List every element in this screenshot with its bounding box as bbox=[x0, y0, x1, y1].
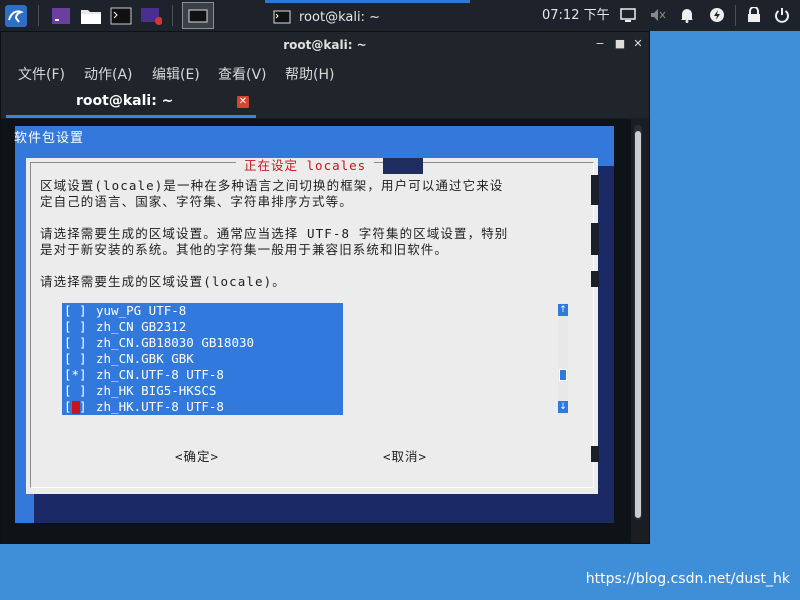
menu-view[interactable]: 查看(V) bbox=[218, 64, 267, 84]
title-bar[interactable]: root@kali: ~ − ■ ✕ bbox=[1, 32, 649, 58]
dialog-edge-mark bbox=[591, 223, 599, 255]
locale-option[interactable]: [ ] zh_CN.GB18030 GB18030 bbox=[62, 335, 343, 351]
tab-bar: root@kali: ~ ✕ bbox=[1, 88, 649, 118]
locale-option[interactable]: [ ] zh_CN.GBK GBK bbox=[62, 351, 343, 367]
tab-label: root@kali: ~ bbox=[76, 93, 174, 109]
window-title: root@kali: ~ bbox=[283, 38, 367, 52]
screen-recorder-icon[interactable] bbox=[140, 5, 162, 27]
power-icon[interactable] bbox=[772, 5, 792, 25]
workspace-1-icon[interactable] bbox=[182, 2, 214, 29]
dialog-title: 正在设定 locales bbox=[236, 158, 375, 174]
terminal-icon bbox=[273, 10, 291, 24]
minimize-icon[interactable]: − bbox=[592, 36, 608, 52]
taskbar-separator bbox=[172, 5, 173, 26]
display-icon[interactable] bbox=[618, 5, 638, 25]
dialog-edge-mark bbox=[591, 446, 599, 462]
notification-bell-icon[interactable] bbox=[677, 5, 697, 25]
dialog-edge-mark bbox=[591, 271, 599, 287]
locale-checkbox[interactable]: [ ] bbox=[64, 319, 87, 335]
locale-option[interactable]: [ ] zh_CN GB2312 bbox=[62, 319, 343, 335]
taskbar-separator bbox=[38, 5, 39, 26]
locale-option-focused[interactable]: [ ] zh_HK.UTF-8 UTF-8 bbox=[62, 399, 343, 415]
dialog-shadow bbox=[598, 166, 614, 502]
scroll-down-arrow-icon[interactable]: ↓ bbox=[558, 401, 568, 413]
locale-label: zh_CN.GBK GBK bbox=[96, 351, 194, 366]
close-icon[interactable]: ✕ bbox=[630, 36, 646, 52]
terminal-launcher-icon[interactable] bbox=[110, 5, 132, 27]
locale-label: zh_CN.GB18030 GB18030 bbox=[96, 335, 255, 350]
taskbar: root@kali: ~ 07:12 下午 bbox=[0, 0, 800, 31]
tab-root-kali[interactable]: root@kali: ~ ✕ bbox=[6, 88, 256, 118]
dialog-text-line: 是对于新安装的系统。其他的字符集一般用于兼容旧系统和旧软件。 bbox=[40, 242, 449, 257]
locale-checkbox[interactable]: [*] bbox=[64, 367, 87, 383]
debconf-background-title: 软件包设置 bbox=[14, 131, 85, 146]
menu-file[interactable]: 文件(F) bbox=[18, 64, 65, 84]
locale-label: zh_HK BIG5-HKSCS bbox=[96, 383, 217, 398]
locale-option[interactable]: [ ] yuw_PG UTF-8 bbox=[62, 303, 343, 319]
locale-checkbox[interactable]: [ ] bbox=[64, 383, 87, 399]
locale-label: zh_CN GB2312 bbox=[96, 319, 187, 334]
taskbar-separator bbox=[735, 5, 736, 26]
locale-checkbox[interactable]: [ ] bbox=[64, 335, 87, 351]
locale-label: yuw_PG UTF-8 bbox=[96, 303, 187, 318]
dialog-edge-mark bbox=[591, 175, 599, 205]
locale-checkbox[interactable]: [ ] bbox=[64, 351, 87, 367]
watermark: https://blog.csdn.net/dust_hk bbox=[585, 571, 790, 587]
kali-menu-icon[interactable] bbox=[2, 2, 30, 29]
selection-cursor bbox=[72, 401, 80, 414]
menu-actions[interactable]: 动作(A) bbox=[84, 64, 133, 84]
terminal-scrollbar-thumb[interactable] bbox=[635, 131, 641, 518]
locale-label: zh_HK.UTF-8 UTF-8 bbox=[96, 399, 224, 414]
show-desktop-icon[interactable] bbox=[50, 5, 72, 27]
menu-bar: 文件(F) 动作(A) 编辑(E) 查看(V) 帮助(H) bbox=[1, 58, 649, 88]
maximize-icon[interactable]: ■ bbox=[612, 36, 628, 52]
locale-label: zh_CN.UTF-8 UTF-8 bbox=[96, 367, 224, 382]
power-manager-icon[interactable] bbox=[707, 5, 727, 25]
taskbar-active-window[interactable]: root@kali: ~ bbox=[265, 0, 470, 31]
tab-close-icon[interactable]: ✕ bbox=[237, 96, 249, 108]
ok-button[interactable]: <确定> bbox=[175, 446, 219, 465]
cancel-button[interactable]: <取消> bbox=[383, 446, 427, 465]
menu-help[interactable]: 帮助(H) bbox=[285, 64, 334, 84]
locale-list-scroll-thumb[interactable] bbox=[559, 369, 567, 381]
clock[interactable]: 07:12 下午 bbox=[542, 0, 610, 31]
locale-option[interactable]: [ ] zh_HK BIG5-HKSCS bbox=[62, 383, 343, 399]
terminal-cursor bbox=[383, 158, 423, 174]
file-manager-icon[interactable] bbox=[80, 5, 102, 27]
dialog-prompt: 请选择需要生成的区域设置(locale)。 bbox=[40, 274, 286, 289]
dialog-shadow bbox=[34, 494, 614, 523]
dialog-text-line: 定自己的语言、国家、字符集、字符串排序方式等。 bbox=[40, 194, 353, 209]
volume-muted-icon[interactable] bbox=[648, 5, 668, 25]
locale-list-scrollbar[interactable]: ↑ ↓ bbox=[558, 303, 568, 415]
scroll-up-arrow-icon[interactable]: ↑ bbox=[558, 304, 568, 316]
locale-list[interactable]: [ ] yuw_PG UTF-8 [ ] zh_CN GB2312 [ ] zh… bbox=[62, 303, 343, 415]
taskbar-window-title: root@kali: ~ bbox=[299, 9, 380, 25]
locale-checkbox[interactable]: [ ] bbox=[64, 303, 87, 319]
lock-screen-icon[interactable] bbox=[744, 5, 764, 25]
menu-edit[interactable]: 编辑(E) bbox=[152, 64, 200, 84]
locale-option[interactable]: [*] zh_CN.UTF-8 UTF-8 bbox=[62, 367, 343, 383]
